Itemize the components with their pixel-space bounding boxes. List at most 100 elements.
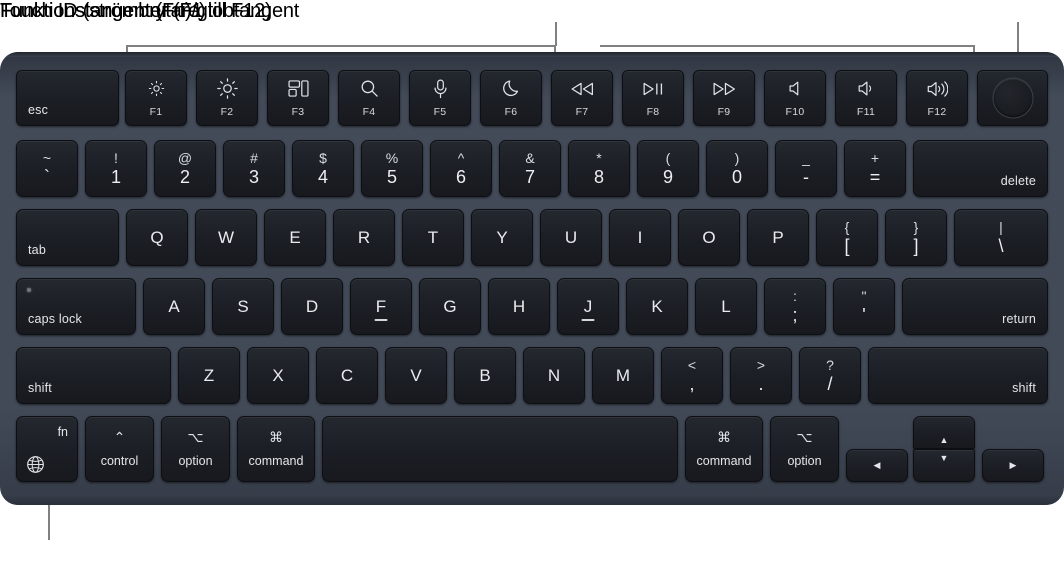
space-bar[interactable]: [322, 416, 678, 482]
key-o[interactable]: O: [678, 209, 740, 266]
key-f12-volume-up[interactable]: F12: [906, 70, 968, 126]
key-4[interactable]: $ 4: [292, 140, 354, 197]
key-l-label: L: [721, 296, 731, 316]
key-d[interactable]: D: [281, 278, 343, 335]
key-w[interactable]: W: [195, 209, 257, 266]
key-v[interactable]: V: [385, 347, 447, 404]
key-p[interactable]: P: [747, 209, 809, 266]
key-t[interactable]: T: [402, 209, 464, 266]
key-f9-fast-forward[interactable]: F9: [693, 70, 755, 126]
key-i[interactable]: I: [609, 209, 671, 266]
key-0[interactable]: ) 0: [706, 140, 768, 197]
key-u[interactable]: U: [540, 209, 602, 266]
touch-id-icon: [992, 77, 1033, 119]
key-5[interactable]: % 5: [361, 140, 423, 197]
key-f2-brightness-up[interactable]: F2: [196, 70, 258, 126]
key-q[interactable]: Q: [126, 209, 188, 266]
key-control-left[interactable]: ⌃ control: [85, 416, 154, 482]
key-m[interactable]: M: [592, 347, 654, 404]
key-x[interactable]: X: [247, 347, 309, 404]
key-3-lower: 3: [248, 167, 259, 187]
key-s[interactable]: S: [212, 278, 274, 335]
key-f4-fnum: F4: [362, 105, 376, 118]
key-delete[interactable]: delete: [913, 140, 1048, 197]
key-j[interactable]: J: [557, 278, 619, 335]
key-minus-underscore[interactable]: _ -: [775, 140, 837, 197]
key-shift-right[interactable]: shift: [868, 347, 1048, 404]
key-l[interactable]: L: [695, 278, 757, 335]
key-e[interactable]: E: [264, 209, 326, 266]
key-b[interactable]: B: [454, 347, 516, 404]
key-c[interactable]: C: [316, 347, 378, 404]
key-bracket-left[interactable]: { [: [816, 209, 878, 266]
key-a[interactable]: A: [143, 278, 205, 335]
key-period[interactable]: > .: [730, 347, 792, 404]
key-arrow-left[interactable]: ◀: [846, 449, 908, 482]
arrow-down-icon: ▼: [939, 453, 949, 463]
command-icon: ⌘: [269, 429, 283, 446]
key-7[interactable]: & 7: [499, 140, 561, 197]
key-command-right[interactable]: ⌘ command: [685, 416, 763, 482]
key-2[interactable]: @ 2: [154, 140, 216, 197]
key-semicolon[interactable]: : ;: [764, 278, 826, 335]
key-j-label: J: [583, 296, 593, 316]
key-caps-lock[interactable]: caps lock: [16, 278, 136, 335]
key-g[interactable]: G: [419, 278, 481, 335]
key-bracket-right[interactable]: } ]: [885, 209, 947, 266]
key-bracket-left-lower: [: [844, 236, 850, 256]
key-esc[interactable]: esc: [16, 70, 119, 126]
key-9[interactable]: ( 9: [637, 140, 699, 197]
key-f11-fnum: F11: [856, 105, 876, 118]
key-f10-fnum: F10: [785, 105, 805, 118]
key-r-label: R: [357, 227, 371, 247]
key-arrow-down[interactable]: ▼: [913, 449, 975, 482]
key-9-lower: 9: [662, 167, 673, 187]
key-f6-fnum: F6: [504, 105, 518, 118]
key-f4-spotlight[interactable]: F4: [338, 70, 400, 126]
key-f8-play-pause[interactable]: F8: [622, 70, 684, 126]
key-f5-dictation[interactable]: F5: [409, 70, 471, 126]
key-esc-label: esc: [28, 103, 49, 117]
key-f3-mission-control[interactable]: F3: [267, 70, 329, 126]
key-o-label: O: [702, 227, 716, 247]
callout-leader-function-keys: [555, 22, 557, 46]
key-quote[interactable]: " ': [833, 278, 895, 335]
key-command-left[interactable]: ⌘ command: [237, 416, 315, 482]
key-6[interactable]: ^ 6: [430, 140, 492, 197]
key-y[interactable]: Y: [471, 209, 533, 266]
key-f1-brightness-down[interactable]: F1: [125, 70, 187, 126]
key-fn-globe[interactable]: fn: [16, 416, 78, 482]
key-touch-id-power-button[interactable]: [977, 70, 1048, 126]
caps-lock-led-indicator: [27, 288, 31, 292]
key-3[interactable]: # 3: [223, 140, 285, 197]
key-y-label: Y: [496, 227, 508, 247]
key-f[interactable]: F: [350, 278, 412, 335]
key-equals-plus[interactable]: + =: [844, 140, 906, 197]
key-n[interactable]: N: [523, 347, 585, 404]
key-k[interactable]: K: [626, 278, 688, 335]
key-z[interactable]: Z: [178, 347, 240, 404]
key-v-label: V: [410, 365, 422, 385]
key-slash[interactable]: ? /: [799, 347, 861, 404]
key-f11-volume-down[interactable]: F11: [835, 70, 897, 126]
key-option-left[interactable]: ⌥ option: [161, 416, 230, 482]
key-k-label: K: [651, 296, 663, 316]
key-arrow-up[interactable]: ▲: [913, 416, 975, 449]
key-f10-mute[interactable]: F10: [764, 70, 826, 126]
key-shift-left[interactable]: shift: [16, 347, 171, 404]
key-comma[interactable]: < ,: [661, 347, 723, 404]
key-arrow-right[interactable]: ▶: [982, 449, 1044, 482]
key-f7-rewind[interactable]: F7: [551, 70, 613, 126]
key-option-right[interactable]: ⌥ option: [770, 416, 839, 482]
key-r[interactable]: R: [333, 209, 395, 266]
key-1[interactable]: ! 1: [85, 140, 147, 197]
key-8[interactable]: * 8: [568, 140, 630, 197]
key-backslash-pipe[interactable]: | \: [954, 209, 1048, 266]
key-h[interactable]: H: [488, 278, 550, 335]
key-f6-do-not-disturb[interactable]: F6: [480, 70, 542, 126]
key-tab[interactable]: tab: [16, 209, 119, 266]
fast-forward-icon: [713, 79, 736, 99]
key-return[interactable]: return: [902, 278, 1048, 335]
key-6-lower: 6: [455, 167, 466, 187]
key-grave-tilde[interactable]: ~ `: [16, 140, 78, 197]
